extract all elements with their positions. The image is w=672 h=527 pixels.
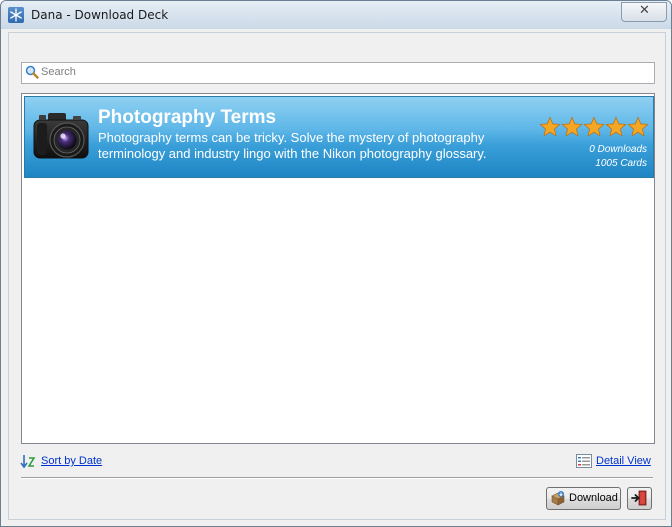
star-icon [561, 116, 583, 137]
download-count: 0 Downloads [589, 144, 647, 155]
deck-description: Photography terms can be tricky. Solve t… [98, 130, 487, 161]
exit-button[interactable] [627, 487, 652, 510]
download-button[interactable]: Download [546, 487, 621, 510]
detail-view-control[interactable]: Detail View [576, 454, 656, 470]
footer-separator [21, 477, 653, 479]
star-icon [627, 116, 649, 137]
deck-stats: 0 Downloads 1005 Cards [589, 143, 647, 171]
download-button-label: Download [569, 492, 618, 504]
star-icon [539, 116, 561, 137]
download-deck-window: Dana - Download Deck ✕ Search Photograph… [0, 0, 672, 527]
deck-title: Photography Terms [98, 107, 277, 128]
detail-view-link[interactable]: Detail View [596, 455, 651, 467]
rating-stars [539, 116, 649, 138]
sort-by-date-link[interactable]: Sort by Date [41, 455, 102, 467]
title-bar[interactable]: Dana - Download Deck ✕ [1, 1, 671, 29]
search-box[interactable] [21, 62, 655, 84]
star-icon [605, 116, 627, 137]
detail-view-icon [576, 454, 592, 468]
close-icon: ✕ [639, 3, 650, 18]
star-icon [583, 116, 605, 137]
snowflake-icon [8, 7, 24, 23]
search-icon [25, 65, 39, 79]
search-input[interactable] [41, 64, 641, 80]
window-client-area: Photography Terms Photography terms can … [8, 32, 666, 520]
card-count: 1005 Cards [595, 158, 647, 169]
download-box-icon [551, 491, 565, 506]
deck-list-item[interactable]: Photography Terms Photography terms can … [24, 96, 654, 178]
sort-icon [20, 455, 36, 469]
exit-door-icon [631, 490, 647, 506]
camera-icon [33, 113, 89, 159]
close-button[interactable]: ✕ [621, 2, 667, 22]
deck-list[interactable]: Photography Terms Photography terms can … [21, 93, 655, 444]
window-title: Dana - Download Deck [31, 8, 169, 22]
